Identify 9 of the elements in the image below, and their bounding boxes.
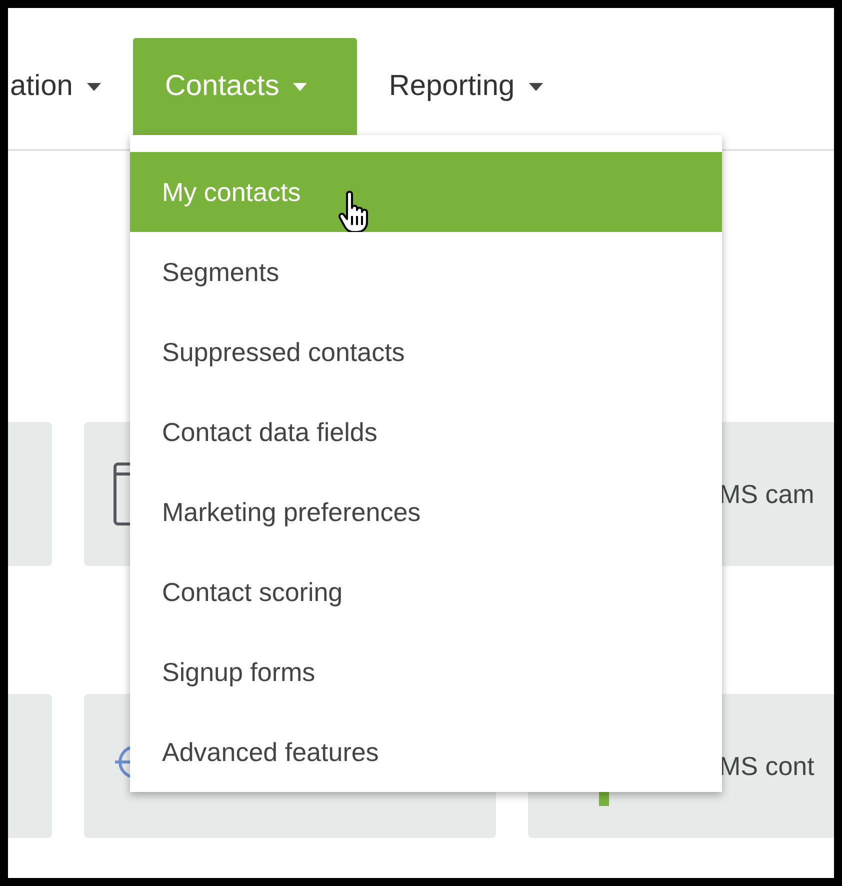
- menu-item[interactable]: Suppressed contacts: [130, 312, 722, 392]
- menu-item[interactable]: Contact scoring: [130, 552, 722, 632]
- menu-item[interactable]: Advanced features: [130, 712, 722, 792]
- nav-tab[interactable]: Reporting: [356, 38, 575, 135]
- menu-item[interactable]: Segments: [130, 232, 722, 312]
- menu-item[interactable]: Marketing preferences: [130, 472, 722, 552]
- menu-item[interactable]: Contact data fields: [130, 392, 722, 472]
- nav-tab[interactable]: ation: [8, 38, 133, 135]
- menu-item[interactable]: Signup forms: [130, 632, 722, 712]
